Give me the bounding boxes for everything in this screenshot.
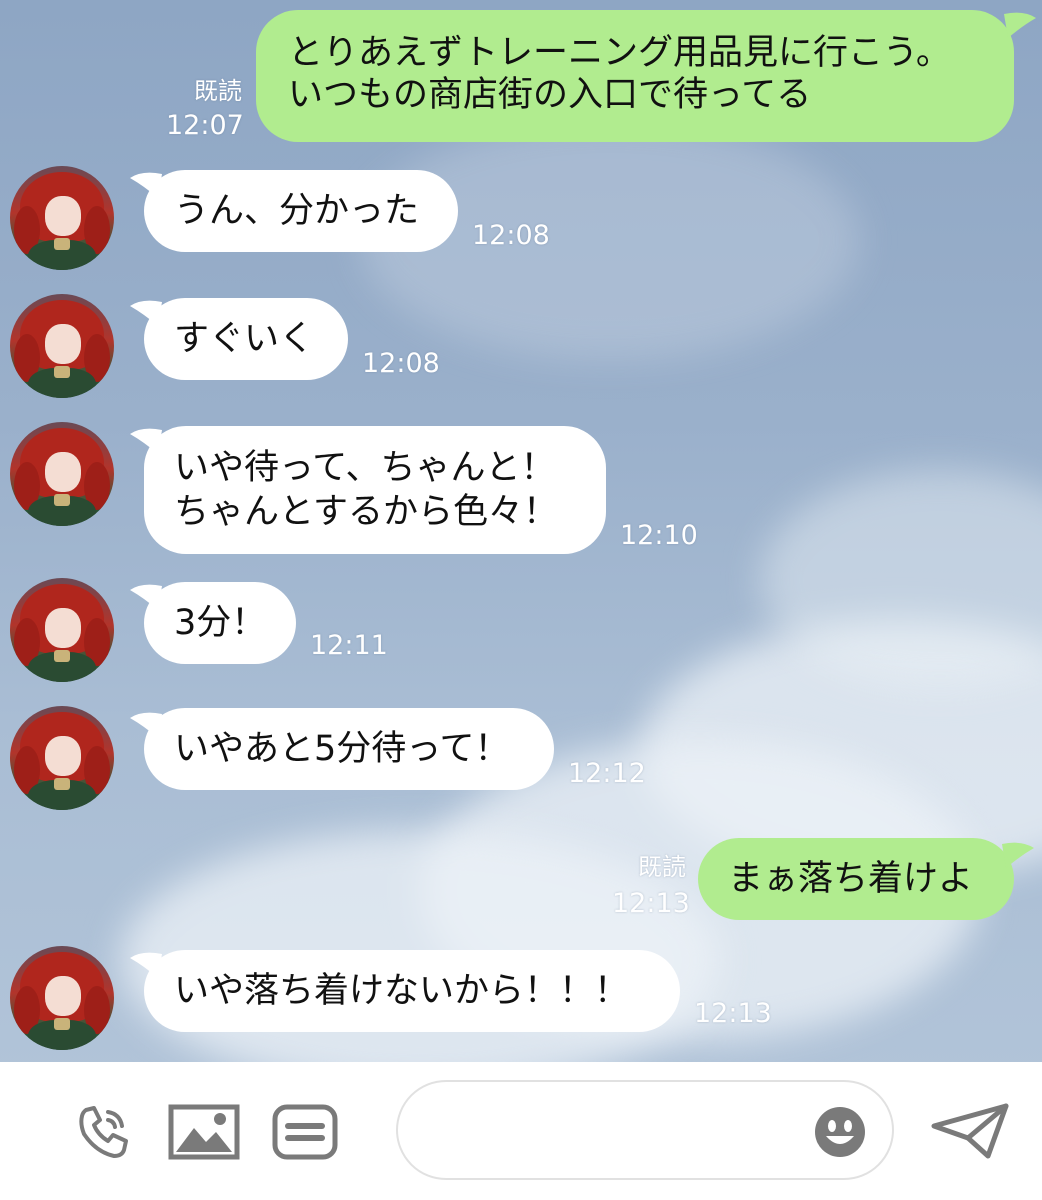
message-input[interactable] (396, 1080, 894, 1180)
message-line: とりあえずトレーニング用品見に行こう。 (288, 33, 951, 73)
message-line: まぁ落ち着けよ (728, 859, 974, 899)
message-line: いや待って、ちゃんと！ (174, 448, 556, 488)
avatar[interactable] (10, 294, 114, 398)
read-receipt: 既読 (638, 853, 686, 881)
message-time: 12:08 (362, 348, 440, 379)
message-bubble[interactable]: いやあと5分待って！ (144, 708, 554, 790)
message-bubble[interactable]: うん、分かった (144, 170, 458, 252)
image-icon[interactable] (168, 1104, 240, 1160)
message-bubble[interactable]: すぐいく (144, 298, 348, 380)
bubble-tail (1002, 842, 1034, 868)
message-line: 3分！ (174, 603, 267, 643)
message-bubble[interactable]: いや待って、ちゃんと！ ちゃんとするから色々！ (144, 426, 606, 554)
message-time: 12:13 (612, 888, 690, 919)
message-bubble[interactable]: とりあえずトレーニング用品見に行こう。 いつもの商店街の入口で待ってる (256, 10, 1014, 142)
message-time: 12:07 (166, 110, 244, 141)
message-line: いや落ち着けないから！！！ (174, 971, 630, 1011)
message-line: いやあと5分待って！ (174, 729, 510, 769)
avatar[interactable] (10, 578, 114, 682)
message-line: すぐいく (174, 319, 315, 359)
message-line: うん、分かった (174, 191, 420, 231)
message-time: 12:10 (620, 520, 698, 551)
message-bubble[interactable]: いや落ち着けないから！！！ (144, 950, 680, 1032)
avatar[interactable] (10, 946, 114, 1050)
send-icon[interactable] (930, 1102, 1010, 1162)
phone-icon[interactable] (74, 1102, 134, 1162)
message-time: 12:12 (568, 758, 646, 789)
avatar[interactable] (10, 166, 114, 270)
read-receipt: 既読 (194, 77, 242, 105)
message-time: 12:08 (472, 220, 550, 251)
avatar[interactable] (10, 422, 114, 526)
message-time: 12:11 (310, 630, 388, 661)
message-line: いつもの商店街の入口で待ってる (288, 75, 812, 115)
message-bubble[interactable]: まぁ落ち着けよ (698, 838, 1014, 920)
message-bubble[interactable]: 3分！ (144, 582, 296, 664)
bubble-tail (1004, 12, 1036, 38)
message-line: ちゃんとするから色々！ (174, 492, 558, 532)
emoji-icon[interactable] (814, 1106, 866, 1158)
avatar[interactable] (10, 706, 114, 810)
message-input-field[interactable] (428, 1110, 812, 1152)
message-time: 12:13 (694, 998, 772, 1029)
keyboard-icon[interactable] (272, 1104, 338, 1160)
